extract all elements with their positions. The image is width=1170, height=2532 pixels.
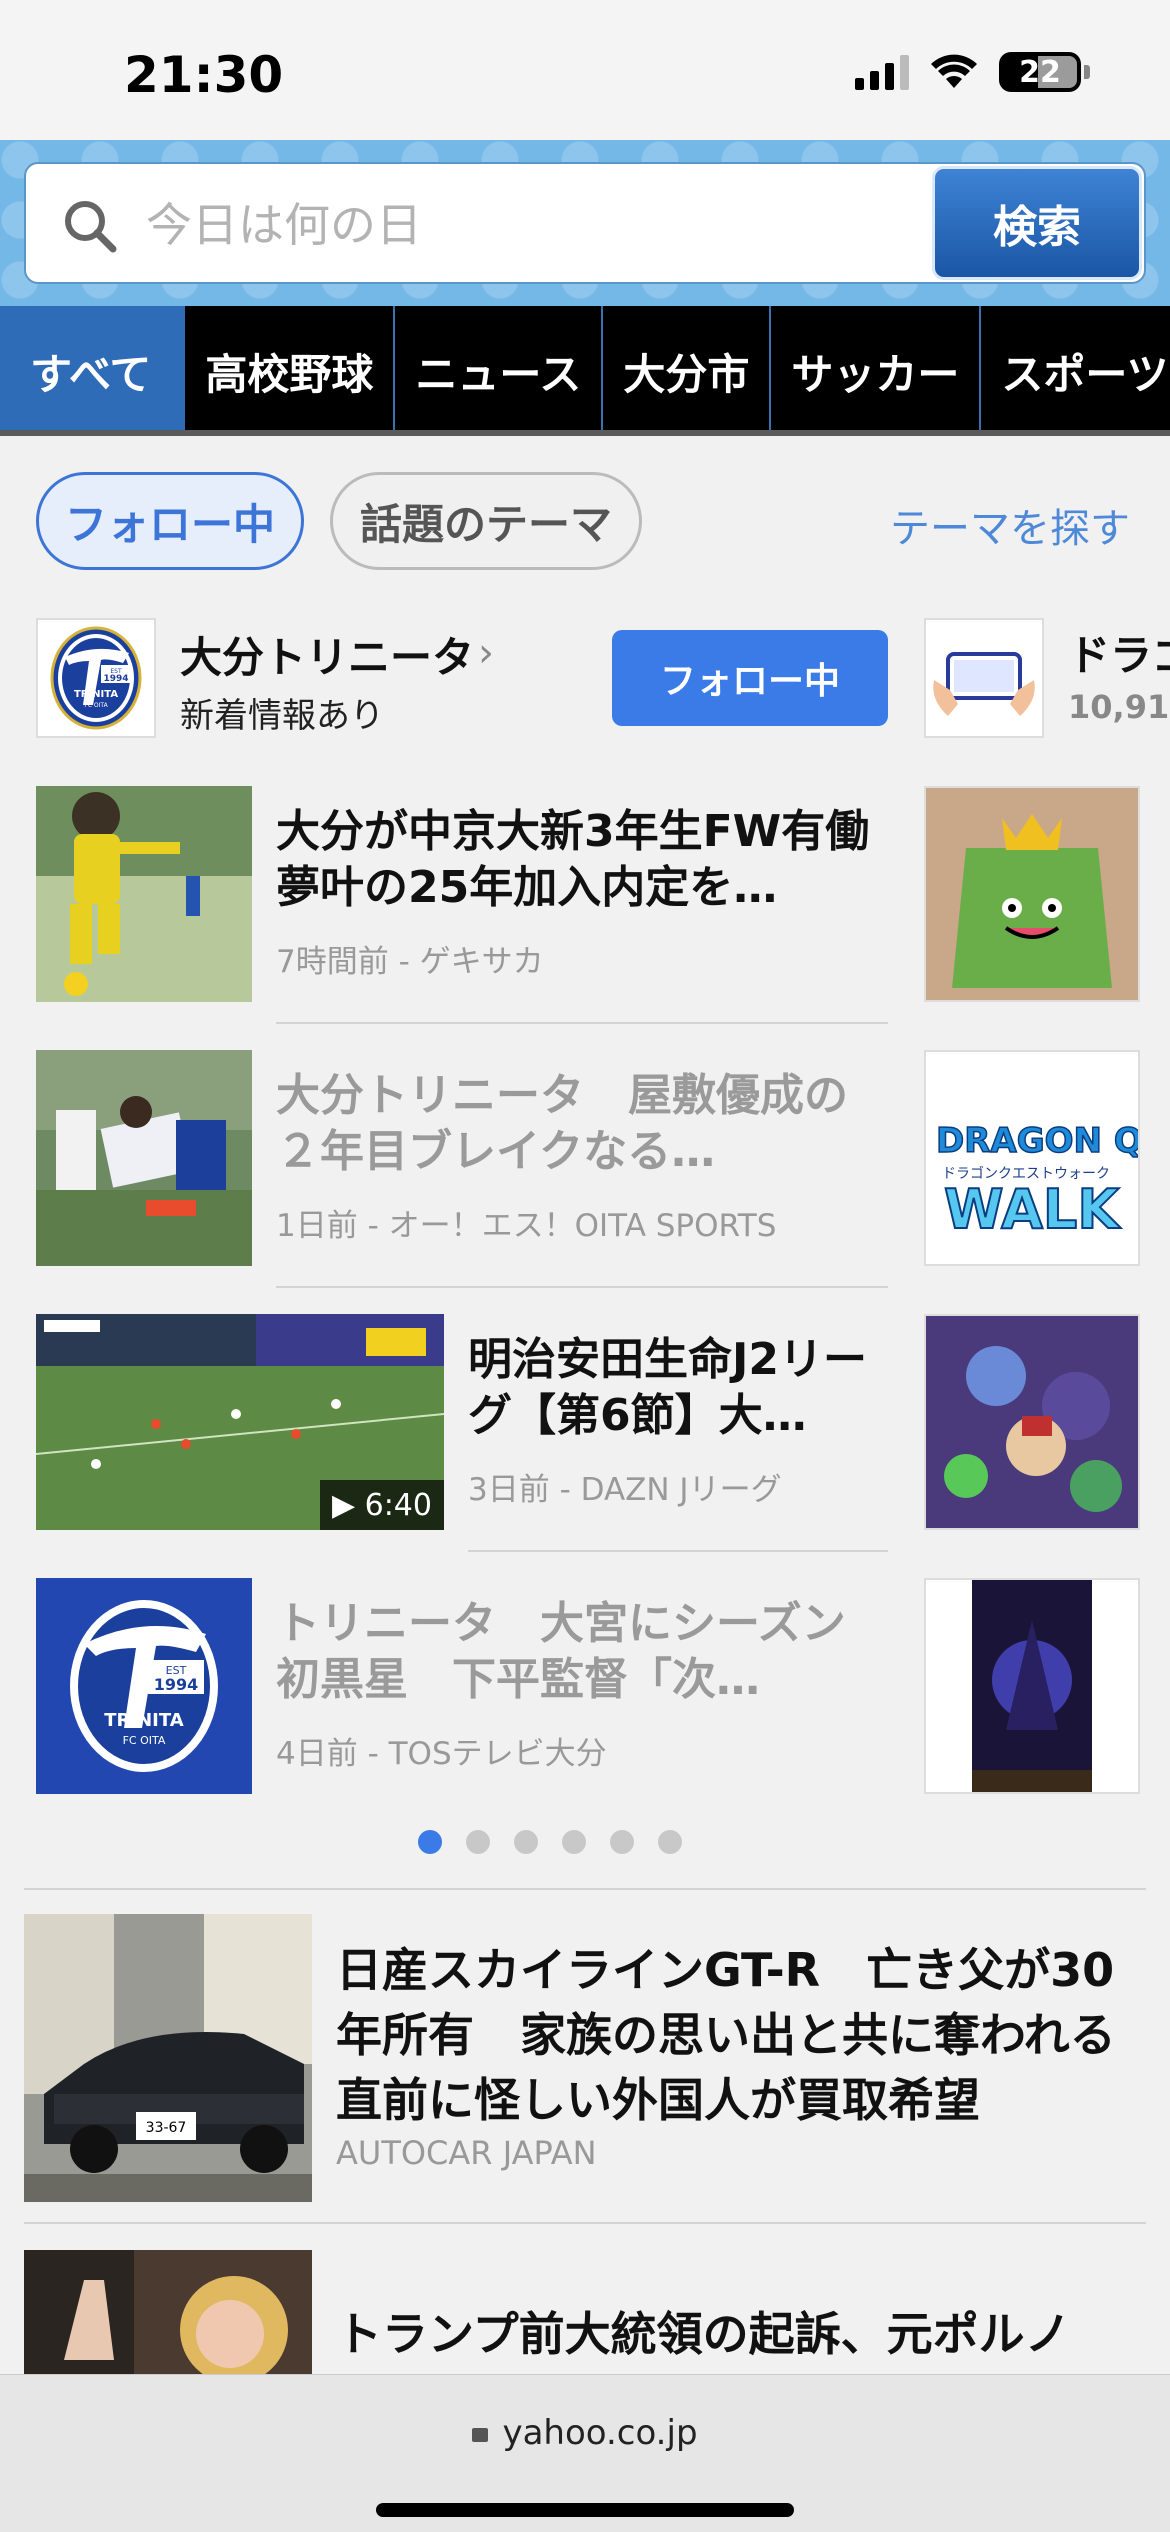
svg-text:FC OITA: FC OITA xyxy=(84,702,108,709)
article-title[interactable]: 大分が中京大新3年生FW有働夢叶の25年加入内定を… xyxy=(276,804,886,916)
dragon-quest-walk-logo[interactable]: DRAGON QUEST ドラゴンクエストウォーク WALK xyxy=(924,1050,1140,1266)
find-theme-link[interactable]: テーマを探す xyxy=(890,496,1130,554)
chevron-right-icon[interactable]: › xyxy=(478,630,494,676)
battery-level: 22 xyxy=(1019,54,1061,90)
section-divider xyxy=(24,2222,1146,2224)
news-item[interactable]: トランプ前大統領の起訴、元ポルノ xyxy=(0,2250,1170,2380)
url-text: yahoo.co.jp xyxy=(502,2413,698,2453)
peek-theme-count: 10,914 xyxy=(1068,688,1170,726)
svg-text:1994: 1994 xyxy=(103,674,128,684)
pagination-dot[interactable] xyxy=(562,1830,586,1854)
article-meta: 3日前 - DAZN Jリーグ xyxy=(468,1472,782,1508)
search-button[interactable]: 検索 xyxy=(932,166,1142,280)
status-bar: 21:30 22 xyxy=(0,0,1170,140)
search-input[interactable] xyxy=(146,184,926,266)
svg-text:1994: 1994 xyxy=(154,1675,199,1694)
svg-text:33-67: 33-67 xyxy=(146,2120,187,2136)
tab-sports[interactable]: スポーツ xyxy=(981,306,1170,436)
cellular-signal-icon xyxy=(855,54,909,90)
news-thumbnail[interactable] xyxy=(24,2250,312,2374)
news-item[interactable]: 33-67 日産スカイラインGT-R 亡き父が30年所有 家族の思い出と共に奪わ… xyxy=(0,1914,1170,2204)
news-thumbnail[interactable]: 33-67 xyxy=(24,1914,312,2202)
team-update-status: 新着情報あり xyxy=(180,696,384,736)
article-thumbnail[interactable] xyxy=(36,786,252,1002)
tab-all[interactable]: すべて xyxy=(0,306,186,436)
article-title[interactable]: トリニータ 大宮にシーズン初黒星 下平監督「次… xyxy=(276,1596,886,1708)
video-duration: ▶ 6:40 xyxy=(320,1480,444,1530)
article-title[interactable]: 大分トリニータ 屋敷優成の２年目ブレイクなる… xyxy=(276,1068,886,1180)
article-title[interactable]: 明治安田生命J2リーグ【第6節】大… xyxy=(468,1332,888,1444)
tab-oita-city[interactable]: 大分市 xyxy=(603,306,772,436)
carousel-pagination xyxy=(0,1830,1170,1854)
browser-address-bar[interactable]: yahoo.co.jp xyxy=(0,2374,1170,2532)
slime-box-thumbnail[interactable] xyxy=(924,786,1140,1002)
tab-soccer[interactable]: サッカー xyxy=(771,306,982,436)
phone-hands-icon[interactable] xyxy=(924,618,1044,738)
svg-text:WALK: WALK xyxy=(944,1178,1121,1241)
theme-row: フォロー中 話題のテーマ テーマを探す xyxy=(0,472,1170,572)
pagination-dot[interactable] xyxy=(466,1830,490,1854)
news-source: AUTOCAR JAPAN xyxy=(336,2134,597,2172)
category-tabs: すべて 高校野球 ニュース 大分市 サッカー スポーツ xyxy=(0,306,1170,436)
news-title[interactable]: トランプ前大統領の起訴、元ポルノ xyxy=(336,2302,1156,2367)
article-thumbnail[interactable] xyxy=(36,1050,252,1266)
article-item[interactable]: EST 1994 TRINITA FC OITA トリニータ 大宮にシーズン初黒… xyxy=(0,1578,900,1794)
divider xyxy=(276,1022,888,1024)
tab-news[interactable]: ニュース xyxy=(395,306,604,436)
search-box: 検索 xyxy=(24,162,1146,284)
url-display[interactable]: yahoo.co.jp xyxy=(0,2413,1170,2453)
svg-text:TRINITA: TRINITA xyxy=(74,689,118,700)
home-indicator[interactable] xyxy=(376,2503,794,2517)
svg-text:DRAGON QUEST: DRAGON QUEST xyxy=(936,1121,1138,1161)
pagination-dot[interactable] xyxy=(610,1830,634,1854)
article-item[interactable]: 大分トリニータ 屋敷優成の２年目ブレイクなる… 1日前 - オー！エス！OITA… xyxy=(0,1050,900,1266)
team-header: EST 1994 TRINITA FC OITA 大分トリニータ › 新着情報あ… xyxy=(0,618,1170,740)
trinita-emblem-icon: EST 1994 TRINITA FC OITA xyxy=(50,626,142,730)
monsters-thumbnail[interactable] xyxy=(924,1314,1140,1530)
article-meta: 7時間前 - ゲキサカ xyxy=(276,944,544,980)
divider xyxy=(468,1550,888,1552)
svg-text:TRINITA: TRINITA xyxy=(104,1710,183,1731)
pagination-dot[interactable] xyxy=(418,1830,442,1854)
wifi-icon xyxy=(931,54,977,88)
status-time: 21:30 xyxy=(124,46,284,104)
search-area: 検索 xyxy=(0,140,1170,306)
peek-theme-title[interactable]: ドラゴ xyxy=(1068,622,1170,683)
svg-text:FC OITA: FC OITA xyxy=(123,1734,166,1747)
article-thumbnail[interactable]: EST 1994 TRINITA FC OITA xyxy=(36,1578,252,1794)
article-meta: 4日前 - TOSテレビ大分 xyxy=(276,1736,607,1772)
nav-divider xyxy=(0,430,1170,436)
game-screen-thumbnail[interactable] xyxy=(924,1578,1140,1794)
following-pill[interactable]: フォロー中 xyxy=(36,472,304,570)
team-name[interactable]: 大分トリニータ xyxy=(180,624,474,685)
article-meta: 1日前 - オー！エス！OITA SPORTS xyxy=(276,1208,777,1244)
article-item[interactable]: 大分が中京大新3年生FW有働夢叶の25年加入内定を… 7時間前 - ゲキサカ xyxy=(0,786,900,1002)
status-icons: 22 xyxy=(855,52,1090,92)
video-thumbnail[interactable]: ▶ 6:40 xyxy=(36,1314,444,1530)
battery-icon: 22 xyxy=(999,52,1090,92)
search-icon xyxy=(65,201,117,253)
team-logo[interactable]: EST 1994 TRINITA FC OITA xyxy=(36,618,156,738)
tab-high-school-baseball[interactable]: 高校野球 xyxy=(185,306,396,436)
pagination-dot[interactable] xyxy=(658,1830,682,1854)
lock-icon xyxy=(472,2428,489,2442)
section-divider xyxy=(24,1888,1146,1890)
news-title[interactable]: 日産スカイラインGT-R 亡き父が30年所有 家族の思い出と共に奪われる 直前に… xyxy=(336,1938,1162,2133)
pagination-dot[interactable] xyxy=(514,1830,538,1854)
video-article-item[interactable]: ▶ 6:40 明治安田生命J2リーグ【第6節】大… 3日前 - DAZN Jリー… xyxy=(0,1314,900,1530)
follow-button[interactable]: フォロー中 xyxy=(612,630,888,726)
trending-themes-pill[interactable]: 話題のテーマ xyxy=(330,472,642,570)
divider xyxy=(276,1286,888,1288)
